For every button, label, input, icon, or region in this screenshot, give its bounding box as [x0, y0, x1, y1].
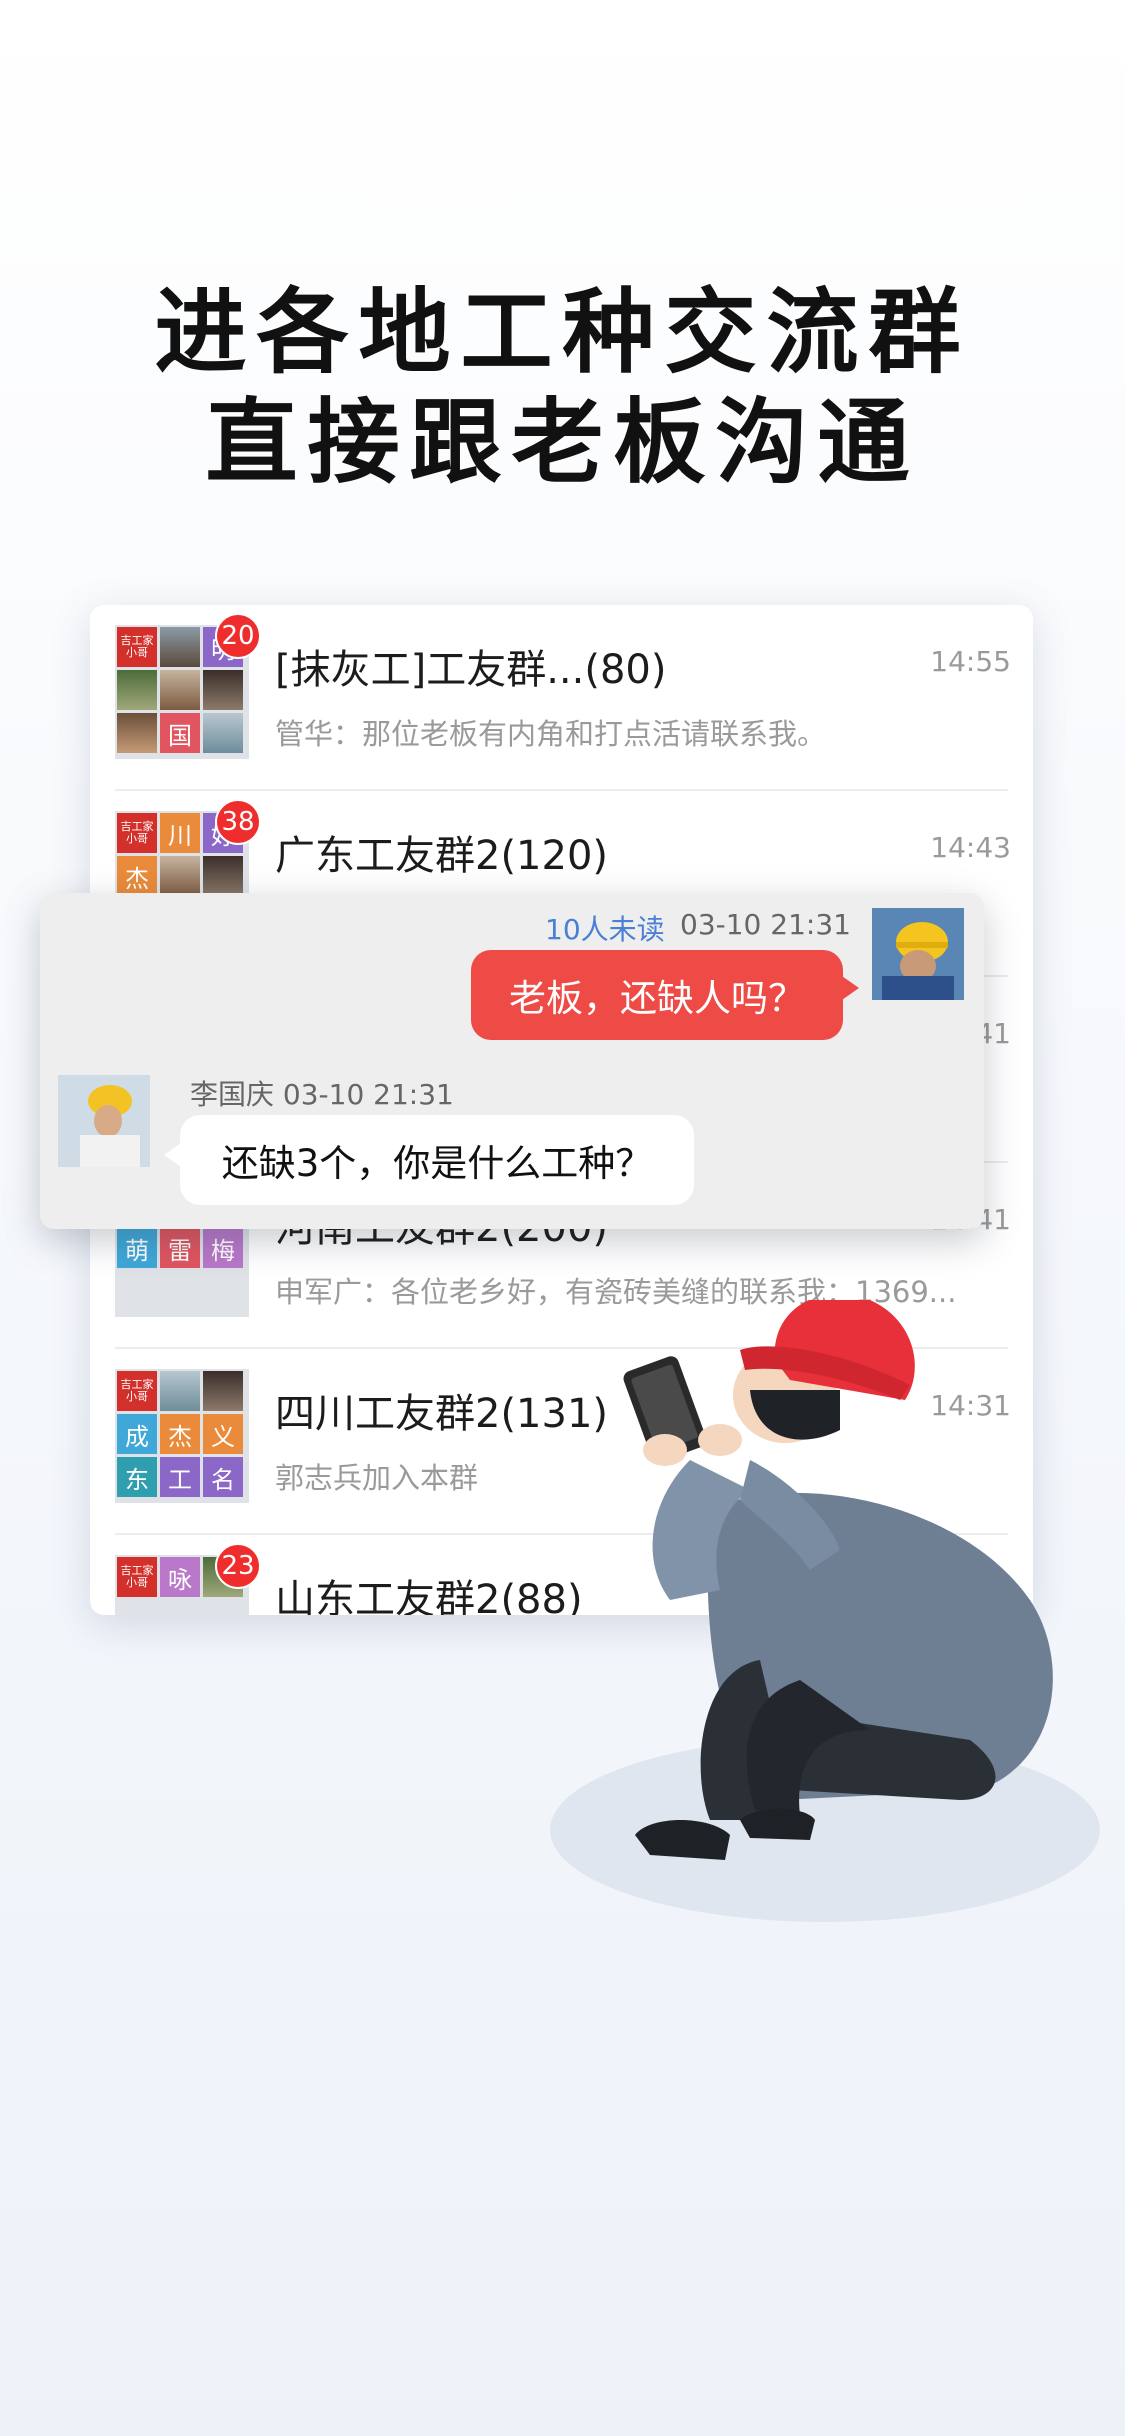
headline-line-1: 进各地工种交流群	[154, 279, 971, 386]
unread-badge: 20	[215, 613, 261, 659]
worker-avatar[interactable]	[872, 908, 964, 1000]
unread-count-label[interactable]: 10人未读	[545, 908, 665, 948]
unread-badge: 23	[215, 1543, 261, 1589]
group-title: [抹灰工]工友群...(80)	[275, 647, 667, 693]
group-time: 14:43	[930, 831, 1011, 864]
group-row-plasterer[interactable]: 吉工家小哥 明 国 20 [抹灰工]工友群...(80) 14:55 管华：那位…	[90, 605, 1033, 791]
member-photo	[117, 670, 157, 710]
group-title: 山东工友群2(88)	[275, 1577, 583, 1615]
group-last-message: 郭志兵加入本群	[275, 1461, 479, 1495]
member-photo	[160, 627, 200, 667]
headline-line-2: 直接跟老板沟通	[205, 389, 920, 496]
member-photo	[203, 670, 243, 710]
sender-info: 李国庆 03-10 21:31	[190, 1078, 454, 1111]
unread-badge: 38	[215, 799, 261, 845]
member-photo	[160, 1371, 200, 1411]
member-photo	[117, 713, 157, 753]
chat-preview-card: 10人未读 03-10 21:31 老板，还缺人吗？ 李国庆 03-10 21:…	[40, 893, 984, 1229]
member-photo	[160, 856, 200, 896]
member-name-tile: 杰	[160, 1414, 200, 1454]
member-name-tile: 萌	[117, 1228, 157, 1268]
app-logo-icon: 吉工家 小哥	[117, 813, 157, 853]
member-photo	[203, 713, 243, 753]
member-photo	[203, 1371, 243, 1411]
worker-helmet-icon	[872, 908, 964, 1000]
member-name-tile: 杰	[117, 856, 157, 896]
boss-helmet-icon	[58, 1075, 150, 1167]
member-photo	[203, 856, 243, 896]
member-name-tile: 国	[160, 713, 200, 753]
group-title: 广东工友群2(120)	[275, 833, 609, 879]
reply-message-bubble[interactable]: 还缺3个，你是什么工种？	[164, 1115, 694, 1205]
group-avatar: 吉工家 小哥 成 杰 义 东 工 名	[115, 1369, 249, 1503]
group-last-message: 管华：那位老板有内角和打点活请联系我。	[275, 717, 827, 751]
app-logo-icon: 吉工家 小哥	[117, 627, 157, 667]
member-photo	[160, 670, 200, 710]
member-name-tile: 梅	[203, 1228, 243, 1268]
group-time: 14:55	[930, 645, 1011, 678]
member-name-tile: 名	[203, 1457, 243, 1497]
member-name-tile: 雷	[160, 1228, 200, 1268]
member-name-tile: 东	[117, 1457, 157, 1497]
sent-timestamp: 03-10 21:31	[680, 908, 851, 941]
member-name-tile: 成	[117, 1414, 157, 1454]
sent-message-bubble[interactable]: 老板，还缺人吗？	[471, 950, 859, 1040]
app-logo-icon: 吉工家 小哥	[117, 1557, 157, 1597]
sitting-worker-illustration	[550, 1300, 1100, 1922]
member-name-tile: 咏	[160, 1557, 200, 1597]
member-name-tile: 工	[160, 1457, 200, 1497]
boss-avatar[interactable]	[58, 1075, 150, 1167]
member-name-tile: 义	[203, 1414, 243, 1454]
app-logo-icon: 吉工家 小哥	[117, 1371, 157, 1411]
member-name-tile: 川	[160, 813, 200, 853]
